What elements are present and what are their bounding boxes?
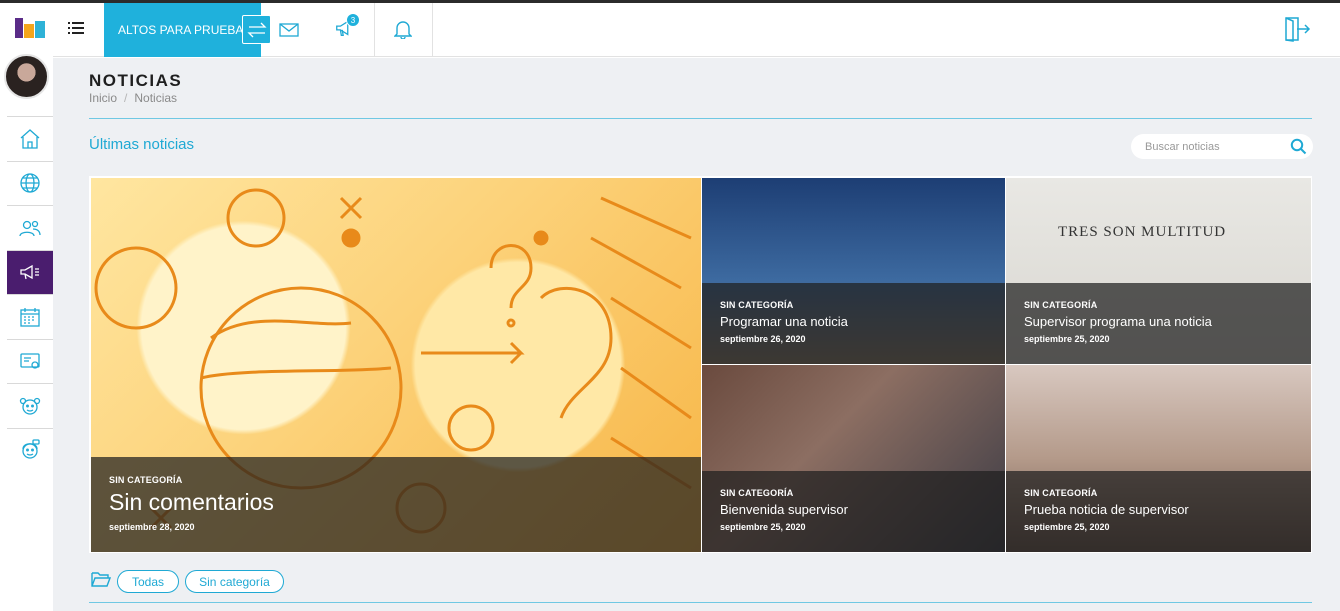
search-icon[interactable]: [1290, 138, 1307, 155]
news-category: SIN CATEGORÍA: [1024, 300, 1098, 310]
agent-face-icon: [22, 439, 40, 459]
news-date: septiembre 25, 2020: [1024, 334, 1110, 344]
news-grid: SIN CATEGORÍA Sin comentarios septiembre…: [89, 176, 1312, 553]
news-caption: SIN CATEGORÍA Supervisor programa una no…: [1006, 283, 1311, 364]
users-icon: [19, 220, 41, 236]
news-title[interactable]: Prueba noticia de supervisor: [1024, 502, 1311, 517]
breadcrumb-home[interactable]: Inicio: [89, 91, 117, 105]
switch-company-button[interactable]: [242, 15, 271, 44]
company-name: ALTOS PARA PRUEBA: [118, 23, 244, 37]
company-selector[interactable]: ALTOS PARA PRUEBA: [104, 3, 261, 57]
news-card[interactable]: SIN CATEGORÍA Prueba noticia de supervis…: [1006, 365, 1311, 552]
news-category: SIN CATEGORÍA: [720, 300, 794, 310]
news-category: SIN CATEGORÍA: [1024, 488, 1098, 498]
news-title[interactable]: Programar una noticia: [720, 314, 1005, 329]
news-card-featured[interactable]: SIN CATEGORÍA Sin comentarios septiembre…: [91, 178, 701, 552]
news-title[interactable]: Supervisor programa una noticia: [1024, 314, 1311, 329]
news-caption: SIN CATEGORÍA Bienvenida supervisor sept…: [702, 471, 1005, 552]
megaphone-icon: [20, 265, 39, 280]
section-title: Últimas noticias: [89, 136, 195, 153]
news-category: SIN CATEGORÍA: [720, 488, 794, 498]
filter-uncategorized[interactable]: Sin categoría: [185, 570, 284, 593]
sidebar-item-home[interactable]: [7, 116, 53, 161]
sidebar: [0, 3, 53, 611]
top-bar: ALTOS PARA PRUEBA 3: [53, 3, 1340, 57]
divider: [89, 118, 1312, 119]
folder-open-icon: [91, 572, 111, 587]
page-title: NOTICIAS: [89, 71, 183, 90]
news-caption: SIN CATEGORÍA Prueba noticia de supervis…: [1006, 471, 1311, 552]
sidebar-item-agent[interactable]: [7, 427, 53, 472]
calendar-icon: [20, 307, 40, 327]
news-title[interactable]: Bienvenida supervisor: [720, 502, 1005, 517]
sidebar-item-kids[interactable]: [7, 383, 53, 428]
news-date: septiembre 25, 2020: [1024, 522, 1110, 532]
mail-icon[interactable]: [279, 23, 299, 37]
news-date: septiembre 25, 2020: [720, 522, 806, 532]
logout-icon[interactable]: [1283, 16, 1311, 42]
filter-all[interactable]: Todas: [117, 570, 179, 593]
news-date: septiembre 26, 2020: [720, 334, 806, 344]
sidebar-item-globe[interactable]: [7, 160, 53, 205]
user-avatar[interactable]: [4, 54, 49, 99]
sidebar-nav: [7, 116, 53, 472]
sidebar-item-cards[interactable]: [7, 338, 53, 383]
news-card[interactable]: SIN CATEGORÍA Bienvenida supervisor sept…: [702, 365, 1005, 552]
news-card[interactable]: TRES SON MULTITUD SIN CATEGORÍA Supervis…: [1006, 178, 1311, 364]
globe-icon: [20, 173, 40, 193]
menu-list-icon[interactable]: [68, 20, 84, 36]
breadcrumb-current: Noticias: [134, 91, 178, 105]
news-card[interactable]: SIN CATEGORÍA Programar una noticia sept…: [702, 178, 1005, 364]
swap-arrows-icon: [246, 22, 267, 37]
sidebar-item-news[interactable]: [7, 249, 53, 294]
book-page-heading: TRES SON MULTITUD: [1058, 224, 1227, 240]
divider: [432, 3, 433, 57]
sidebar-item-calendar[interactable]: [7, 294, 53, 339]
news-search: [1131, 134, 1313, 159]
notification-badge: 3: [346, 13, 360, 27]
main-content: NOTICIAS Inicio / Noticias Últimas noticia…: [53, 58, 1340, 611]
news-caption: SIN CATEGORÍA Sin comentarios septiembre…: [91, 457, 701, 552]
news-caption: SIN CATEGORÍA Programar una noticia sept…: [702, 283, 1005, 364]
home-icon: [20, 128, 40, 149]
sidebar-item-users[interactable]: [7, 205, 53, 250]
news-category: SIN CATEGORÍA: [109, 475, 183, 485]
news-title[interactable]: Sin comentarios: [109, 489, 701, 516]
app-logo[interactable]: [15, 18, 45, 38]
breadcrumb: Inicio / Noticias: [89, 91, 178, 105]
child-face-icon: [19, 397, 41, 415]
id-card-icon: [20, 353, 40, 369]
divider: [89, 602, 1312, 603]
news-date: septiembre 28, 2020: [109, 522, 195, 532]
divider: [374, 3, 375, 57]
search-input[interactable]: [1145, 140, 1285, 153]
bell-icon[interactable]: [394, 19, 412, 39]
